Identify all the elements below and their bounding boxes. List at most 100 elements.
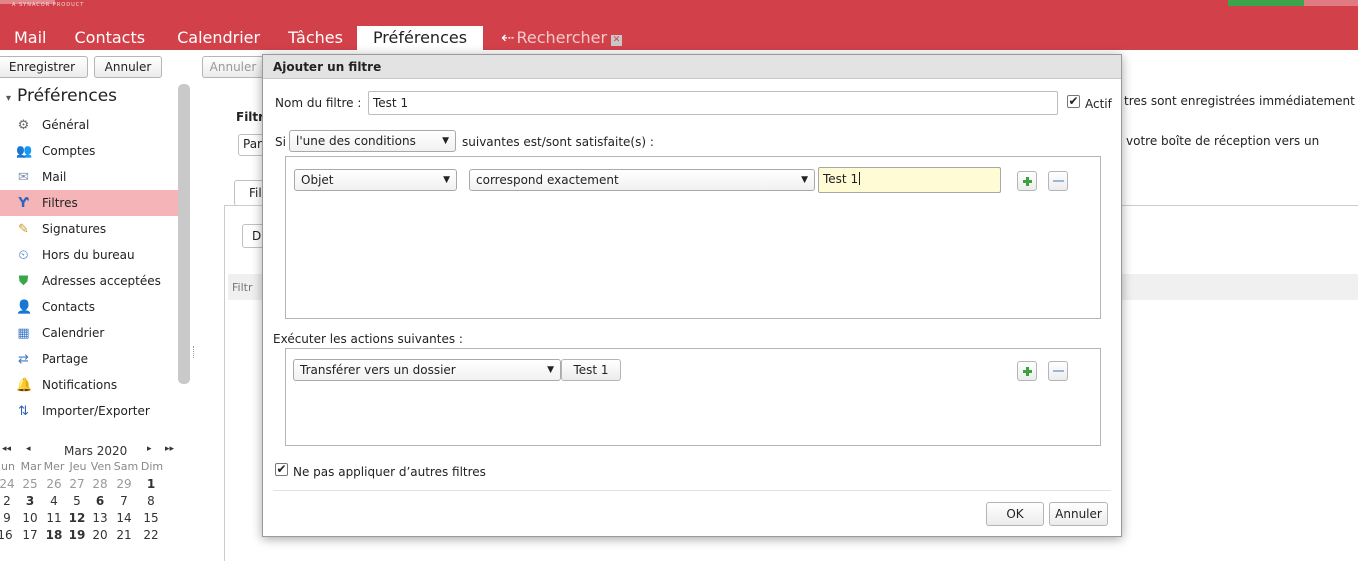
calendar-icon: ▦ (17, 326, 30, 341)
user-menu[interactable] (1304, 0, 1358, 6)
share-icon: ⇄ (18, 352, 29, 367)
calendar-month[interactable]: Mars 2020 (64, 444, 127, 458)
calendar-day[interactable]: 2 (0, 494, 18, 508)
close-icon[interactable]: ✕ (611, 35, 623, 46)
sidebar-item-accepted-addresses[interactable]: ⛊ Adresses acceptées (0, 268, 178, 294)
text-cursor (859, 172, 861, 185)
save-button[interactable]: Enregistrer (0, 56, 88, 78)
calendar-day[interactable]: 1 (140, 477, 162, 491)
calendar-day[interactable]: 19 (66, 528, 88, 542)
calendar-day[interactable]: 25 (19, 477, 41, 491)
tab-left-border (224, 205, 225, 561)
folder-picker-button[interactable]: Test 1 (561, 359, 621, 381)
calendar-day[interactable]: 20 (89, 528, 111, 542)
next-year-icon[interactable]: ▸▸ (165, 444, 174, 454)
prev-month-icon[interactable]: ◂ (26, 444, 31, 454)
calendar-day[interactable]: 9 (0, 511, 18, 525)
calendar-week: 2 3 4 5 6 7 8 (0, 494, 192, 511)
next-month-icon[interactable]: ▸ (147, 444, 152, 454)
calendar-day[interactable]: 27 (66, 477, 88, 491)
ok-button[interactable]: OK (986, 502, 1044, 526)
calendar-day[interactable]: 5 (66, 494, 88, 508)
sidebar-item-contacts[interactable]: 👤 Contacts (0, 294, 178, 320)
calendar-day[interactable]: 29 (113, 477, 135, 491)
accounts-icon: 👥 (16, 144, 33, 159)
calendar-day[interactable]: 8 (140, 494, 162, 508)
stop-processing-checkbox[interactable]: ✔ (275, 463, 288, 476)
calendar-day[interactable]: 3 (19, 494, 41, 508)
calendar-day[interactable]: 16 (0, 528, 16, 542)
remove-action-button[interactable] (1048, 361, 1068, 381)
action-type-select[interactable]: Transférer vers un dossier ▼ (293, 359, 561, 381)
condition-operator-value: correspond exactement (476, 173, 619, 187)
sidebar-item-label: Général (42, 118, 90, 132)
chevron-down-icon: ▼ (547, 365, 554, 375)
header-status-indicator (1228, 0, 1304, 6)
condition-value-text: Test 1 (823, 172, 859, 186)
sidebar-item-label: Adresses acceptées (42, 274, 161, 288)
sidebar-scrollbar[interactable] (178, 84, 190, 384)
add-condition-button[interactable] (1017, 171, 1037, 191)
active-label: Actif (1085, 97, 1112, 111)
calendar-day[interactable]: 28 (89, 477, 111, 491)
filter-list-title: Filtr (232, 281, 253, 294)
collapse-arrow-icon[interactable]: ▾ (6, 93, 11, 104)
condition-mode-select[interactable]: l'une des conditions ▼ (289, 130, 456, 152)
actions-label: Exécuter les actions suivantes : (273, 332, 463, 346)
mail-icon: ✉ (18, 170, 29, 185)
prev-year-icon[interactable]: ◂◂ (2, 444, 11, 454)
calendar-day[interactable]: 14 (113, 511, 135, 525)
sidebar-item-general[interactable]: ⚙ Général (0, 112, 178, 138)
sidebar-item-mail[interactable]: ✉ Mail (0, 164, 178, 190)
calendar-day[interactable]: 13 (89, 511, 111, 525)
tab-contacts[interactable]: Contacts (61, 26, 160, 50)
plus-icon-stroke (1026, 177, 1029, 186)
calendar-day[interactable]: 17 (19, 528, 41, 542)
tab-mail[interactable]: Mail (0, 26, 61, 50)
calendar-day[interactable]: 21 (113, 528, 135, 542)
sidebar-item-accounts[interactable]: 👥 Comptes (0, 138, 178, 164)
condition-value-input[interactable]: Test 1 (818, 167, 1001, 193)
active-checkbox[interactable]: ✔ (1067, 95, 1080, 108)
calendar-day[interactable]: 11 (43, 511, 65, 525)
sidebar-item-out-of-office[interactable]: ⏲ Hors du bureau (0, 242, 178, 268)
action-type-value: Transférer vers un dossier (300, 363, 456, 377)
shield-icon: ⛊ (18, 274, 29, 289)
calendar-day[interactable]: 10 (19, 511, 41, 525)
calendar-day[interactable]: 15 (140, 511, 162, 525)
calendar-week: 16 17 18 19 20 21 22 (0, 528, 192, 545)
calendar-day[interactable]: 22 (140, 528, 162, 542)
calendar-day[interactable]: 6 (89, 494, 111, 508)
chevron-down-icon: ▼ (442, 136, 449, 146)
cancel-button[interactable]: Annuler (94, 56, 162, 78)
tab-tasks[interactable]: Tâches (274, 26, 357, 50)
calendar-day[interactable]: 7 (113, 494, 135, 508)
tab-search[interactable]: ⇠ Rechercher ✕ (483, 26, 636, 50)
sidebar-item-filters[interactable]: Ƴ Filtres (0, 190, 178, 216)
sidebar-item-sharing[interactable]: ⇄ Partage (0, 346, 178, 372)
calendar-day[interactable]: 4 (43, 494, 65, 508)
mini-calendar: ◂◂ ◂ Mars 2020 ▸ ▸▸ un Mar Mer Jeu Ven S… (0, 444, 192, 545)
calendar-day[interactable]: 26 (43, 477, 65, 491)
tab-preferences[interactable]: Préférences (356, 26, 484, 50)
calendar-day[interactable]: 18 (43, 528, 65, 542)
if-label: Si (275, 135, 286, 149)
weekday: un (1, 460, 15, 473)
condition-operator-select[interactable]: correspond exactement ▼ (469, 169, 815, 191)
remove-condition-button[interactable] (1048, 171, 1068, 191)
calendar-day[interactable]: 12 (66, 511, 88, 525)
calendar-day[interactable]: 24 (0, 477, 18, 491)
sidebar-item-signatures[interactable]: ✎ Signatures (0, 216, 178, 242)
filter-name-label: Nom du filtre : (275, 96, 362, 110)
cancel-secondary-button[interactable]: Annuler (202, 56, 264, 78)
condition-field-select[interactable]: Objet ▼ (294, 169, 457, 191)
filter-name-input[interactable]: Test 1 (368, 91, 1058, 115)
add-action-button[interactable] (1017, 361, 1037, 381)
sidebar-title[interactable]: ▾ Préférences (6, 86, 117, 106)
tab-calendar[interactable]: Calendrier (159, 26, 274, 50)
sidebar-item-import-export[interactable]: ⇅ Importer/Exporter (0, 398, 178, 424)
weekday: Jeu (69, 460, 87, 473)
sidebar-item-notifications[interactable]: 🔔 Notifications (0, 372, 178, 398)
sidebar-item-calendar[interactable]: ▦ Calendrier (0, 320, 178, 346)
dialog-cancel-button[interactable]: Annuler (1049, 502, 1108, 526)
